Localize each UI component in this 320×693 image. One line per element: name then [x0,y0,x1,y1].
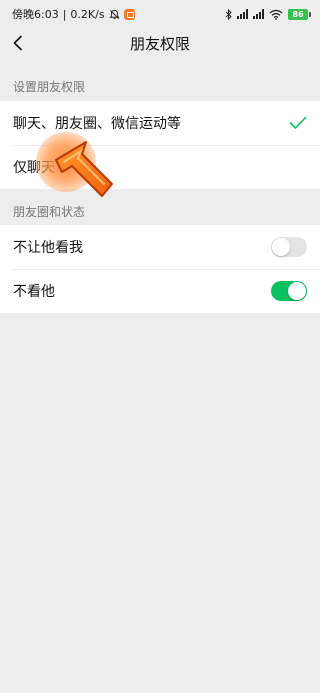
checkmark-icon [289,114,307,132]
alarm-off-icon [109,9,120,19]
toggle-knob [288,282,306,300]
toggle-knob [272,238,290,256]
toggle-label: 不让他看我 [13,240,83,256]
nav-bar: 朋友权限 [0,28,320,58]
signal-icon-sim1 [237,9,248,19]
moments-section-title: 朋友圈和状态 [13,205,86,219]
hide-my-moments-toggle[interactable] [271,237,307,257]
app-notification-icon [123,8,135,20]
status-time: 傍晚6:03 [12,8,59,21]
hide-their-moments-toggle[interactable] [271,281,307,301]
battery-icon: 86 [288,8,311,20]
wifi-icon [269,9,283,20]
row-hide-my-moments[interactable]: 不让他看我 [0,225,320,269]
chevron-left-icon [13,35,22,51]
option-chat-only[interactable]: 仅聊天 [0,145,320,189]
network-speed: 0.2K/s [70,7,105,21]
moments-options-group: 不让他看我 不看他 [0,225,320,313]
row-hide-their-moments[interactable]: 不看他 [0,269,320,313]
status-left: 傍晚6:03 | 0.2K/s [12,6,135,22]
bluetooth-icon [225,8,232,20]
option-label: 仅聊天 [13,160,55,176]
status-bar: 傍晚6:03 | 0.2K/s 86 [0,0,320,28]
toggle-label: 不看他 [13,284,55,300]
permission-options-group: 聊天、朋友圈、微信运动等 仅聊天 [0,101,320,189]
status-right: 86 [225,8,311,20]
option-label: 聊天、朋友圈、微信运动等 [13,116,181,132]
signal-icon-sim2 [253,9,264,19]
page-title: 朋友权限 [129,34,190,53]
permission-section-title: 设置朋友权限 [13,80,86,94]
back-button[interactable] [6,28,30,58]
status-separator: | [62,7,67,21]
option-chat-moments-werun[interactable]: 聊天、朋友圈、微信运动等 [0,101,320,145]
